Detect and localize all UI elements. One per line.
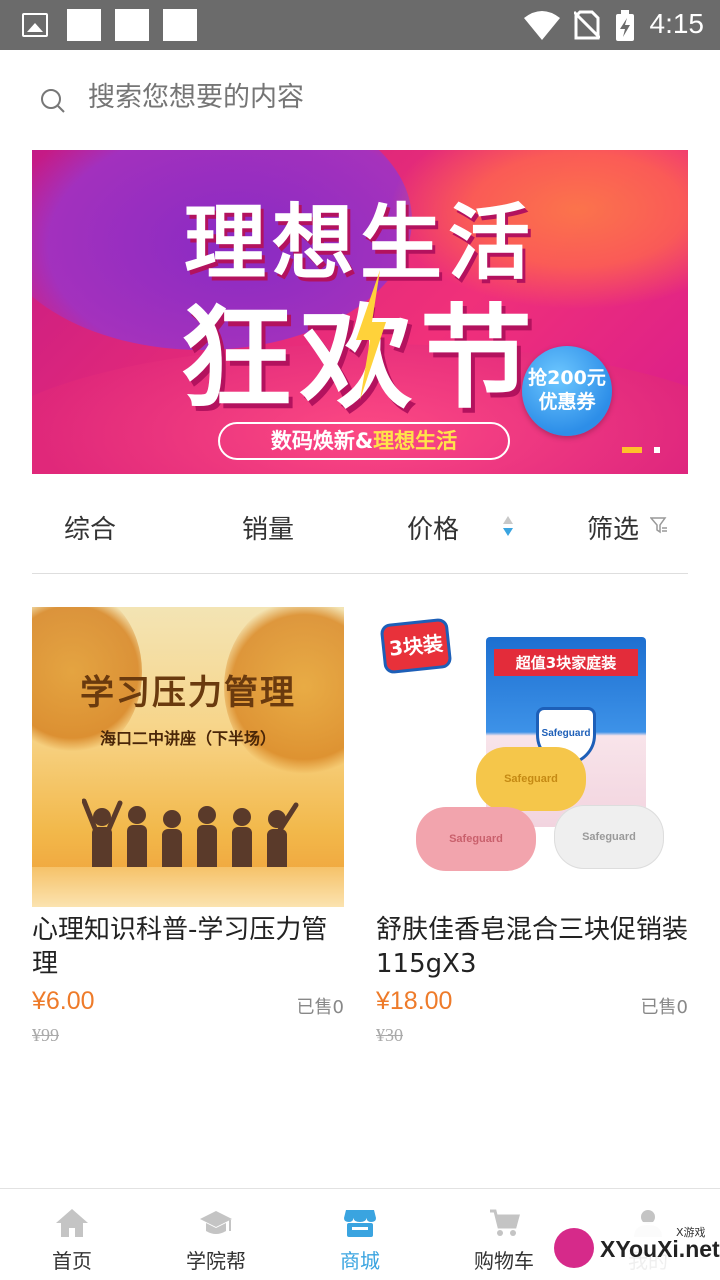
watermark-logo-icon — [554, 1228, 594, 1268]
sort-sales[interactable]: 销量 — [242, 510, 294, 550]
sort-filter[interactable]: 筛选 — [587, 510, 639, 550]
original-price: ¥99 — [32, 1025, 59, 1045]
search-icon — [41, 89, 65, 113]
price-row: ¥6.00 已售0 — [32, 987, 344, 1023]
status-time: 4:15 — [649, 8, 705, 39]
product-price: ¥6.00 — [32, 987, 95, 1015]
nav-mall[interactable]: 商城 — [288, 1189, 432, 1280]
graduation-cap-icon — [200, 1211, 232, 1234]
nav-academy[interactable]: 学院帮 — [144, 1189, 288, 1280]
banner-subtitle: 数码焕新&理想生活 — [218, 422, 510, 460]
notification-placeholder-icon — [67, 9, 101, 41]
carousel-indicator-active[interactable] — [622, 447, 642, 453]
soap-bar-white: Safeguard — [554, 805, 664, 869]
box-label: 超值3块家庭装 — [494, 649, 638, 676]
nav-label: 首页 — [52, 1249, 92, 1273]
home-icon — [56, 1209, 88, 1237]
product-card[interactable]: 超值3块家庭装 Safeguard 3块装 Safeguard Safeguar… — [376, 607, 688, 1046]
original-price: ¥30 — [376, 1025, 403, 1045]
soap-bar-yellow: Safeguard — [476, 747, 586, 811]
lightning-icon — [356, 270, 386, 400]
product-image[interactable]: 超值3块家庭装 Safeguard 3块装 Safeguard Safeguar… — [376, 607, 688, 907]
soap-bar-pink: Safeguard — [416, 807, 536, 871]
sort-comprehensive[interactable]: 综合 — [64, 510, 116, 550]
nav-home[interactable]: 首页 — [0, 1189, 144, 1280]
product-image-title: 学习压力管理 — [80, 673, 296, 713]
battery-charging-icon — [616, 10, 634, 41]
product-card[interactable]: 学习压力管理 海口二中讲座（下半场） 心理知识科普-学习压力管理 ¥6.00 已… — [32, 607, 344, 1046]
product-image-subtitle: 海口二中讲座（下半场） — [99, 729, 276, 748]
filter-icon — [650, 517, 667, 534]
brand-name: Safeguard — [541, 728, 591, 739]
coupon-badge: 抢200元 优惠券 — [522, 346, 612, 436]
sold-count: 已售0 — [640, 997, 688, 1018]
image-decoration — [32, 867, 344, 907]
no-sim-icon — [574, 10, 600, 40]
watermark-text: XYouXi.net — [600, 1236, 720, 1262]
nav-label: 学院帮 — [186, 1249, 246, 1273]
sort-price[interactable]: 价格 — [407, 510, 459, 550]
notification-placeholder-icon — [163, 9, 197, 41]
banner-subtitle-highlight: 理想生活 — [373, 429, 458, 453]
people-silhouette-icon — [82, 798, 299, 877]
store-icon — [344, 1210, 376, 1237]
banner-subtitle-prefix: 数码焕新& — [270, 429, 374, 453]
carousel-indicator[interactable] — [654, 447, 660, 453]
watermark: X游戏 XYouXi.net — [548, 1222, 720, 1280]
wifi-icon — [524, 11, 560, 40]
nav-label: 商城 — [340, 1249, 380, 1273]
search-bar[interactable] — [32, 74, 688, 130]
cart-icon — [490, 1209, 520, 1236]
product-price: ¥18.00 — [376, 987, 453, 1015]
sort-arrows-icon — [503, 516, 513, 536]
promo-banner[interactable]: 理想生活 狂欢节 抢200元 优惠券 数码焕新&理想生活 — [32, 150, 688, 474]
status-bar: 4:15 — [0, 0, 720, 50]
product-image[interactable]: 学习压力管理 海口二中讲座（下半场） — [32, 607, 344, 907]
product-name[interactable]: 心理知识科普-学习压力管理 — [32, 913, 344, 981]
sort-bar: 综合 销量 价格 筛选 — [32, 490, 688, 574]
pack-badge: 3块装 — [379, 617, 453, 675]
search-input[interactable] — [88, 82, 648, 113]
product-name[interactable]: 舒肤佳香皂混合三块促销装115gX3 — [376, 913, 688, 981]
image-notification-icon — [22, 13, 48, 37]
sold-count: 已售0 — [296, 997, 344, 1018]
price-row: ¥18.00 已售0 — [376, 987, 688, 1023]
notification-placeholder-icon — [115, 9, 149, 41]
